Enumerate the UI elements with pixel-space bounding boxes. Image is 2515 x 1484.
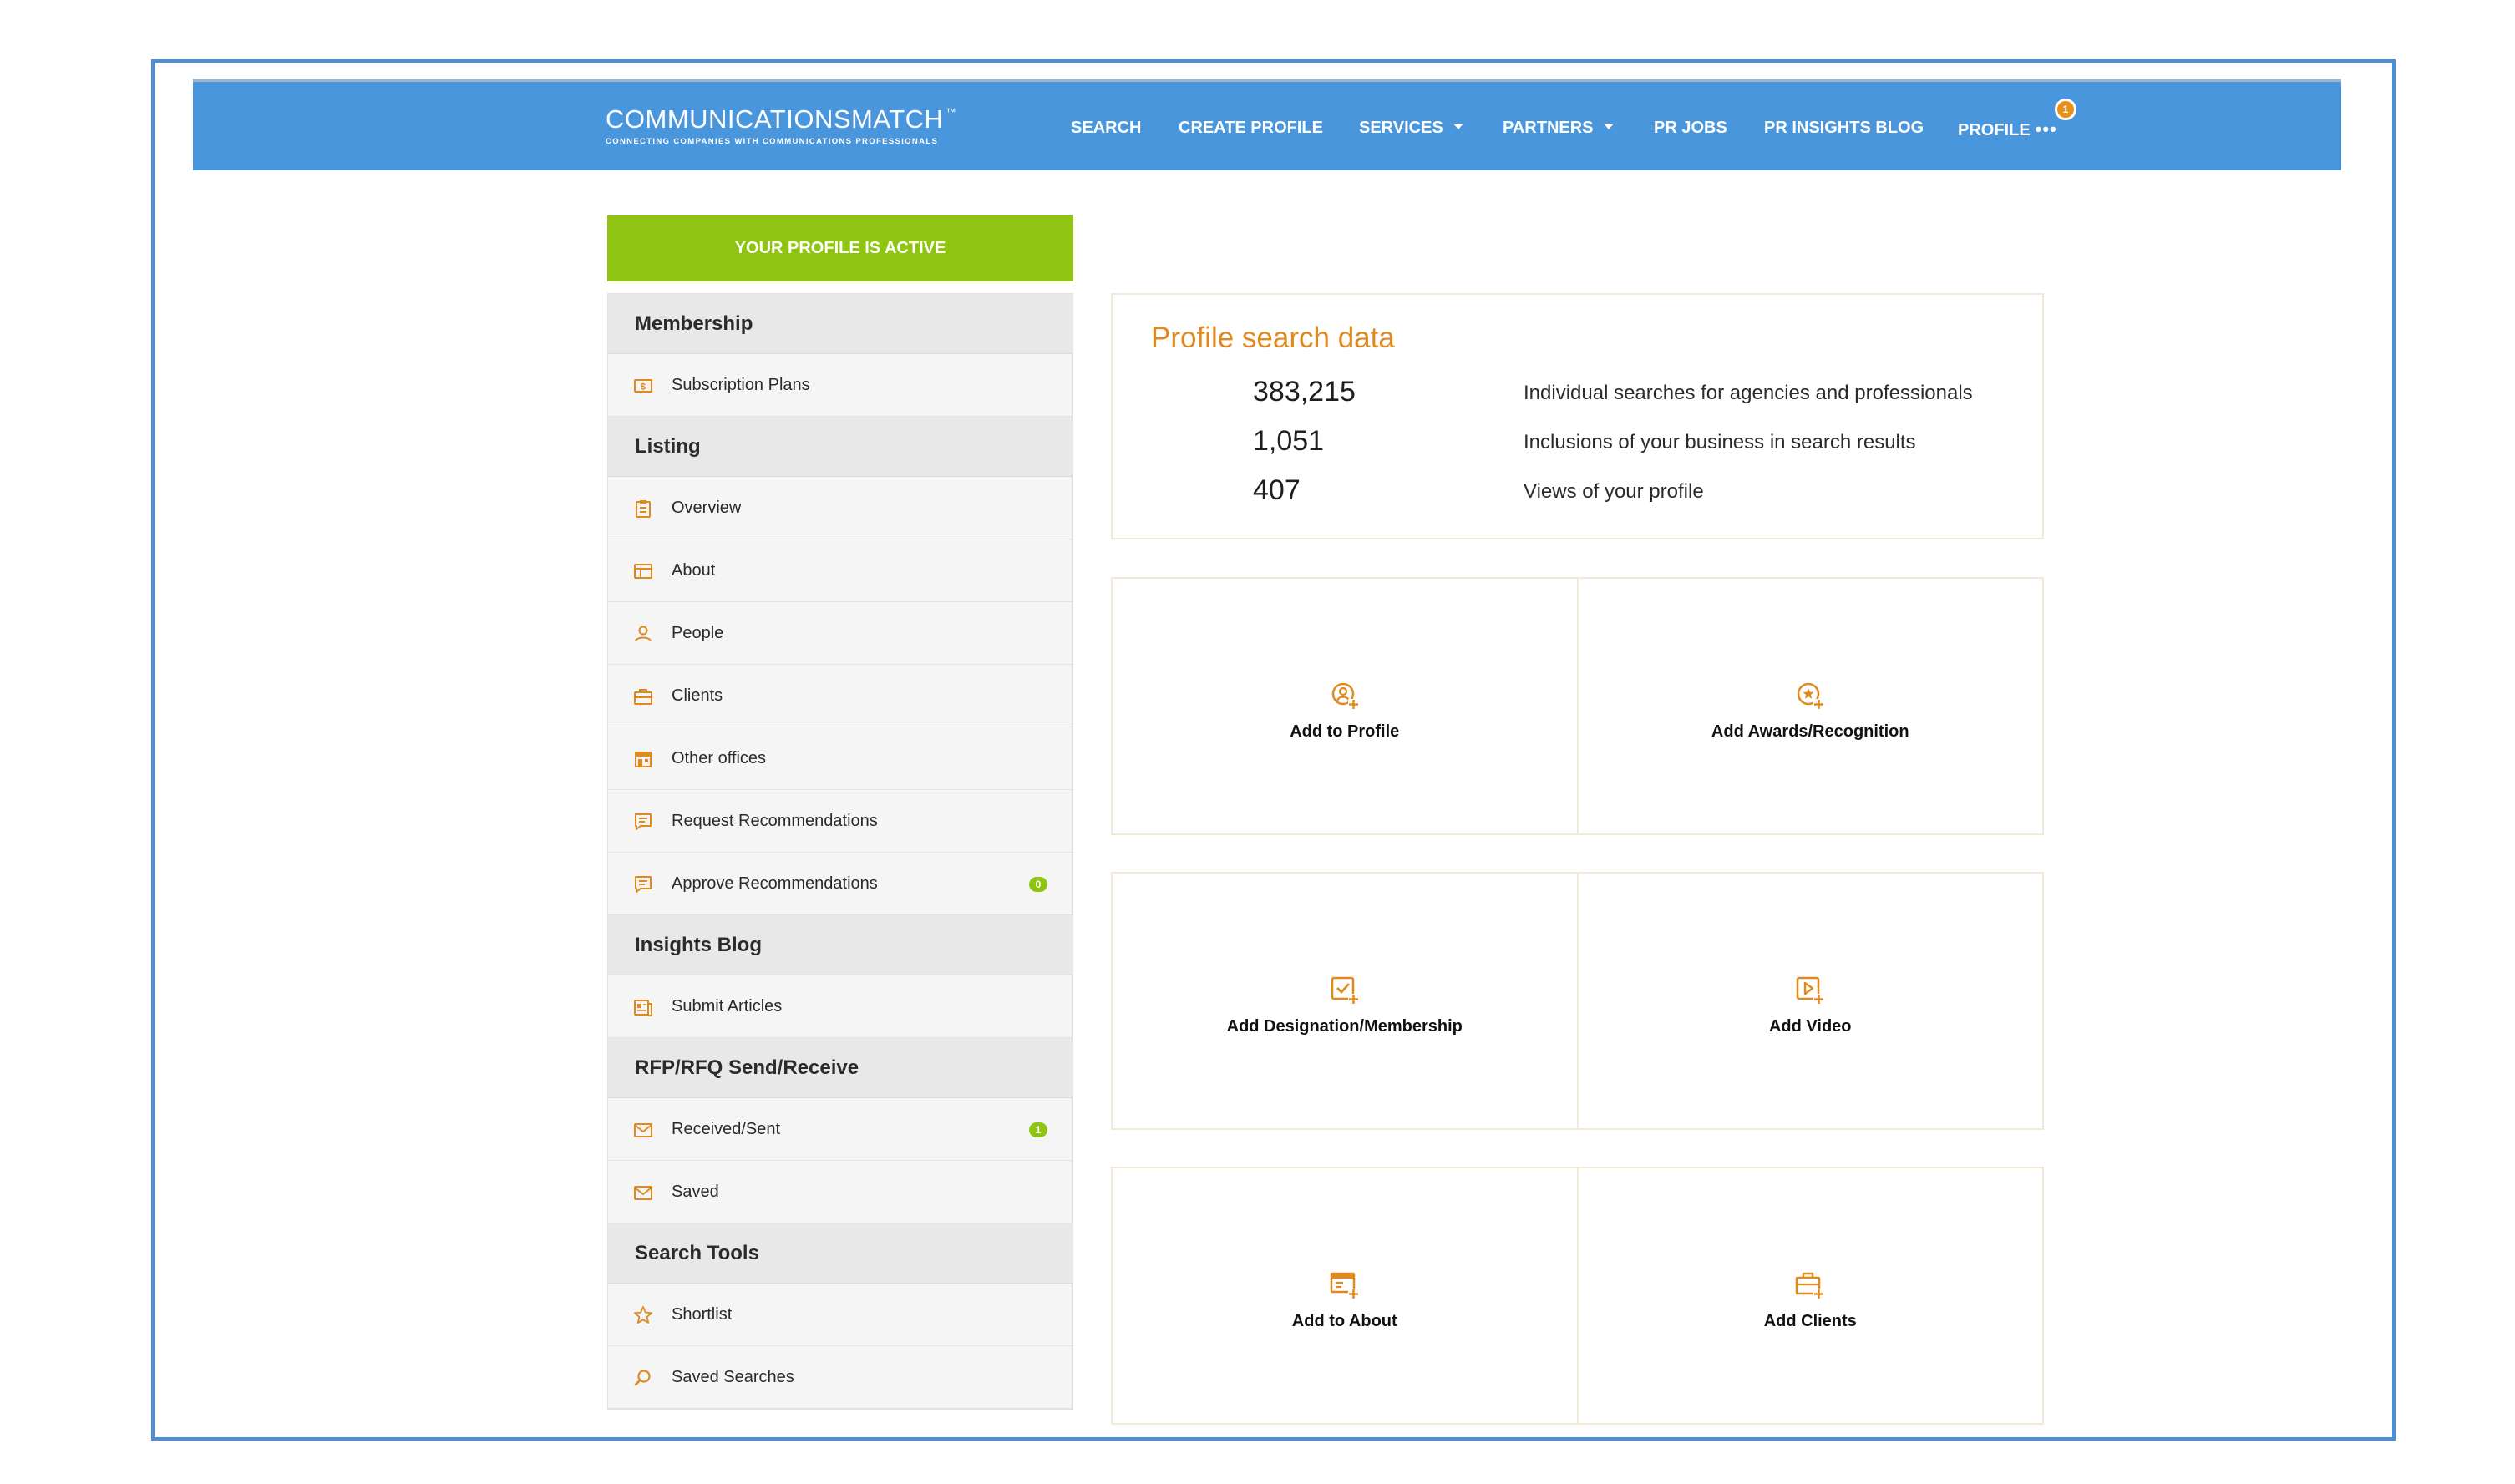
sidebar-item-label: Other offices — [672, 749, 767, 767]
sidebar-item-about[interactable]: About — [608, 539, 1072, 602]
nav-pr-insights-blog[interactable]: PR INSIGHTS BLOG — [1764, 119, 1924, 138]
building-icon — [635, 752, 652, 767]
sidebar-section-listing: Listing — [608, 417, 1072, 477]
sidebar-item-label: Shortlist — [672, 1305, 733, 1324]
award-add-icon — [1798, 682, 1825, 710]
checkbox-add-icon — [1331, 976, 1359, 1005]
sidebar-item-label: About — [672, 561, 716, 580]
sidebar-section-rfp: RFP/RFQ Send/Receive — [608, 1038, 1072, 1098]
chevron-down-icon — [1453, 124, 1463, 130]
add-designation-card[interactable]: Add Designation/Membership — [1113, 874, 1577, 1128]
card-label: Add to About — [1291, 1312, 1397, 1330]
nav-search[interactable]: SEARCH — [1071, 119, 1141, 138]
sidebar-item-other-offices[interactable]: Other offices — [608, 727, 1072, 790]
sidebar-item-label: Approve Recommendations — [672, 874, 878, 893]
nav-create-profile[interactable]: CREATE PROFILE — [1179, 119, 1323, 138]
sidebar-item-saved[interactable]: Saved — [608, 1161, 1072, 1223]
sidebar-item-shortlist[interactable]: Shortlist — [608, 1284, 1072, 1346]
logo-text: COMMUNICATIONSMATCH — [606, 104, 944, 134]
sidebar-item-label: Saved — [672, 1183, 719, 1201]
count-badge: 0 — [1029, 877, 1047, 892]
count-badge: 1 — [1029, 1122, 1047, 1137]
window-icon — [634, 564, 652, 579]
more-icon: ••• — [2035, 119, 2057, 139]
nav-partners-label: PARTNERS — [1503, 119, 1594, 137]
person-icon — [635, 626, 652, 642]
card-label: Add Video — [1768, 1017, 1852, 1036]
chat-icon — [635, 876, 652, 893]
add-to-about-card[interactable]: Add to About — [1113, 1168, 1577, 1423]
sidebar-section-search-tools: Search Tools — [608, 1223, 1072, 1284]
profile-active-banner: YOUR PROFILE IS ACTIVE — [607, 215, 1073, 281]
briefcase-icon — [634, 689, 652, 705]
stat-value: 383,215 — [1253, 376, 1356, 408]
nav-profile[interactable]: PROFILE ••• — [1958, 119, 2057, 140]
sidebar-item-people[interactable]: People — [608, 602, 1072, 665]
action-card-row: Add Designation/Membership Add Video — [1111, 872, 2044, 1130]
article-icon — [634, 1000, 653, 1017]
sidebar-section-membership: Membership — [608, 294, 1072, 354]
action-card-row: Add to About Add Clients — [1111, 1167, 2044, 1425]
add-clients-card[interactable]: Add Clients — [1576, 1168, 2043, 1423]
envelope-icon — [634, 1186, 652, 1200]
sidebar: Membership $ Subscription Plans Listing … — [607, 293, 1073, 1410]
card-label: Add to Profile — [1290, 722, 1400, 741]
nav-pr-jobs[interactable]: PR JOBS — [1654, 119, 1727, 138]
sidebar-section-insights-blog: Insights Blog — [608, 915, 1072, 975]
stat-value: 407 — [1253, 474, 1301, 506]
sidebar-item-submit-articles[interactable]: Submit Articles — [608, 975, 1072, 1038]
svg-text:$: $ — [641, 382, 646, 393]
sidebar-item-label: Received/Sent — [672, 1120, 781, 1138]
sidebar-item-clients[interactable]: Clients — [608, 665, 1072, 727]
sidebar-item-label: Subscription Plans — [672, 376, 810, 394]
panel-title: Profile search data — [1151, 322, 1395, 354]
stat-label: Views of your profile — [1524, 480, 1704, 503]
stat-label: Individual searches for agencies and pro… — [1524, 382, 1973, 404]
logo[interactable]: COMMUNICATIONSMATCH ™ CONNECTING COMPANIE… — [606, 104, 956, 146]
dollar-icon: $ — [634, 379, 652, 393]
video-add-icon — [1797, 976, 1825, 1005]
chat-icon — [635, 813, 652, 830]
logo-trademark: ™ — [946, 106, 956, 118]
card-label: Add Designation/Membership — [1226, 1017, 1463, 1036]
chevron-down-icon — [1603, 124, 1614, 130]
profile-add-icon — [1331, 682, 1359, 710]
envelope-icon — [634, 1123, 652, 1137]
stat-value: 1,051 — [1253, 425, 1325, 457]
nav-partners[interactable]: PARTNERS — [1503, 119, 1614, 138]
sidebar-item-saved-searches[interactable]: Saved Searches — [608, 1346, 1072, 1409]
clipboard-icon — [636, 500, 651, 518]
sidebar-item-label: Overview — [672, 499, 742, 517]
search-icon — [634, 1370, 651, 1386]
nav-profile-label: PROFILE — [1958, 121, 2031, 139]
sidebar-item-subscription-plans[interactable]: $ Subscription Plans — [608, 354, 1072, 417]
sidebar-item-label: Clients — [672, 686, 723, 705]
sidebar-item-approve-recommendations[interactable]: Approve Recommendations 0 — [608, 853, 1072, 915]
add-video-card[interactable]: Add Video — [1576, 874, 2043, 1128]
sidebar-item-label: Saved Searches — [672, 1368, 794, 1386]
notification-badge: 1 — [2055, 99, 2076, 120]
stat-label: Inclusions of your business in search re… — [1524, 431, 1916, 453]
card-label: Add Awards/Recognition — [1711, 722, 1909, 741]
add-to-profile-card[interactable]: Add to Profile — [1113, 579, 1577, 833]
window-add-icon — [1330, 1272, 1359, 1299]
briefcase-add-icon — [1796, 1272, 1825, 1299]
sidebar-item-request-recommendations[interactable]: Request Recommendations — [608, 790, 1072, 853]
profile-search-data-panel: Profile search data 383,215 Individual s… — [1111, 293, 2044, 539]
nav-services[interactable]: SERVICES — [1359, 119, 1463, 138]
sidebar-item-label: Request Recommendations — [672, 812, 878, 830]
card-label: Add Clients — [1763, 1312, 1857, 1330]
star-icon — [634, 1306, 652, 1324]
nav-services-label: SERVICES — [1359, 119, 1443, 137]
top-navbar: COMMUNICATIONSMATCH ™ CONNECTING COMPANIE… — [193, 79, 2341, 170]
sidebar-item-overview[interactable]: Overview — [608, 477, 1072, 539]
sidebar-item-label: Submit Articles — [672, 997, 783, 1016]
sidebar-item-label: People — [672, 624, 724, 642]
logo-tagline: CONNECTING COMPANIES WITH COMMUNICATIONS… — [606, 137, 939, 146]
add-awards-card[interactable]: Add Awards/Recognition — [1576, 579, 2043, 833]
sidebar-item-received-sent[interactable]: Received/Sent 1 — [608, 1098, 1072, 1161]
action-card-row: Add to Profile Add Awards/Recognition — [1111, 577, 2044, 835]
